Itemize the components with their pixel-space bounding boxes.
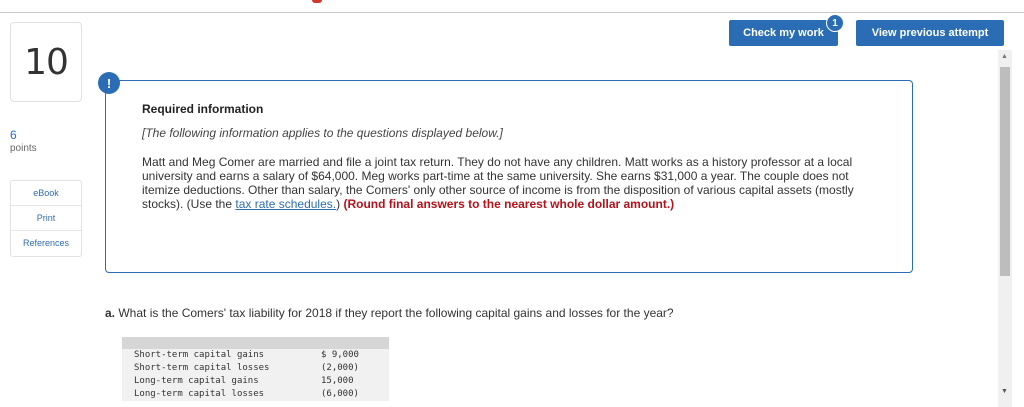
row-amount: 15,000: [321, 376, 354, 386]
table-row: Short-term capital gains $ 9,000: [134, 349, 377, 362]
capital-gains-table: Short-term capital gains $ 9,000 Short-t…: [122, 337, 389, 401]
alert-icon: !: [98, 72, 120, 94]
table-row: Short-term capital losses (2,000): [134, 362, 377, 375]
row-label: Short-term capital gains: [134, 350, 265, 360]
table-row: Long-term capital gains 15,000: [134, 375, 377, 388]
check-my-work-button[interactable]: Check my work: [729, 20, 838, 46]
rounding-note: (Round final answers to the nearest whol…: [343, 197, 675, 211]
required-information-subtitle: [The following information applies to th…: [142, 126, 503, 140]
required-information-title: Required information: [142, 102, 264, 116]
scroll-down-icon[interactable]: ▼: [1001, 388, 1008, 395]
scrollbar-thumb[interactable]: [1000, 67, 1010, 276]
row-label: Long-term capital gains: [134, 376, 259, 386]
scroll-up-icon[interactable]: ▲: [1001, 53, 1008, 60]
view-previous-attempt-button[interactable]: View previous attempt: [856, 20, 1004, 46]
top-divider: [0, 12, 1024, 13]
tools-panel: eBook Print References: [10, 180, 82, 257]
tax-rate-schedules-link[interactable]: tax rate schedules.: [235, 197, 336, 211]
body-text-end: ): [336, 197, 341, 211]
question-number: 10: [24, 41, 69, 83]
question-a-text: What is the Comers' tax liability for 20…: [118, 306, 674, 320]
references-link[interactable]: References: [11, 231, 81, 256]
print-link[interactable]: Print: [11, 206, 81, 231]
question-a: a. What is the Comers' tax liability for…: [105, 306, 674, 320]
question-a-letter: a.: [105, 306, 116, 320]
points-label: points: [10, 143, 37, 154]
row-label: Short-term capital losses: [134, 363, 270, 373]
points-value: 6: [10, 128, 17, 142]
row-amount: $ 9,000: [321, 350, 359, 360]
row-amount: (6,000): [321, 389, 359, 399]
row-label: Long-term capital losses: [134, 389, 265, 399]
row-amount: (2,000): [321, 363, 359, 373]
attempts-badge: 1: [826, 14, 844, 32]
required-information-body: Matt and Meg Comer are married and file …: [142, 155, 862, 211]
question-number-box: 10: [10, 22, 82, 102]
table-row: Long-term capital losses (6,000): [134, 388, 377, 401]
progress-accent: [312, 0, 322, 3]
ebook-link[interactable]: eBook: [11, 181, 81, 206]
